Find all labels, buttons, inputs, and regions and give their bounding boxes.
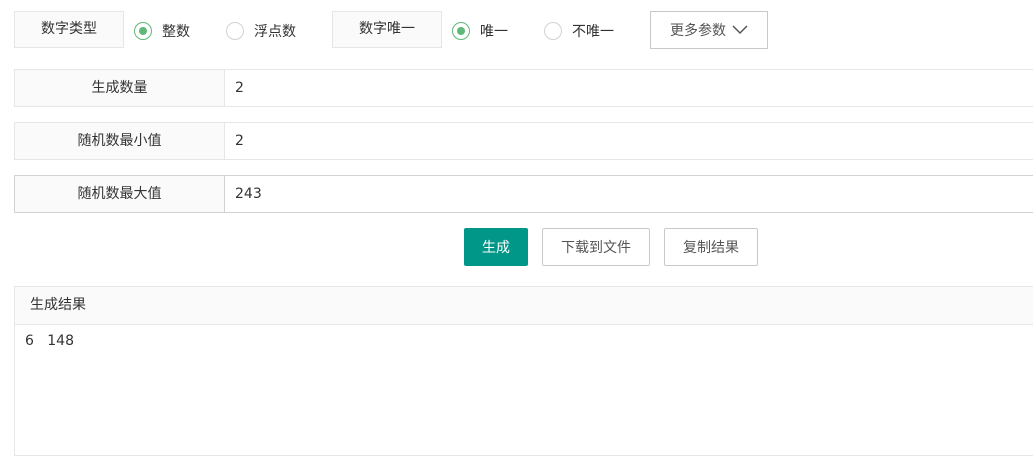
generate-button[interactable]: 生成 xyxy=(464,228,528,266)
radio-unique[interactable]: 唯一 xyxy=(452,21,508,41)
radio-integer[interactable]: 整数 xyxy=(134,21,190,41)
more-params-label: 更多参数 xyxy=(670,23,726,39)
radio-not-unique-indicator xyxy=(544,22,562,40)
copy-result-button[interactable]: 复制结果 xyxy=(664,228,758,266)
min-input[interactable] xyxy=(225,123,1033,159)
number-type-label: 数字类型 xyxy=(14,11,124,48)
unique-label: 数字唯一 xyxy=(332,11,442,48)
max-input[interactable] xyxy=(225,176,1033,212)
count-row: 生成数量 xyxy=(14,69,1033,107)
max-row: 随机数最大值 xyxy=(14,175,1033,213)
result-content[interactable]: 6 148 xyxy=(15,325,1033,357)
radio-integer-indicator xyxy=(134,22,152,40)
min-row: 随机数最小值 xyxy=(14,122,1033,160)
chevron-down-icon xyxy=(732,25,748,35)
radio-float[interactable]: 浮点数 xyxy=(226,21,296,41)
radio-not-unique[interactable]: 不唯一 xyxy=(544,21,614,41)
count-label: 生成数量 xyxy=(15,70,225,106)
min-label: 随机数最小值 xyxy=(15,123,225,159)
more-params-button[interactable]: 更多参数 xyxy=(650,11,768,49)
radio-float-label: 浮点数 xyxy=(254,24,296,40)
download-button[interactable]: 下载到文件 xyxy=(542,228,650,266)
radio-unique-label: 唯一 xyxy=(480,24,508,40)
radio-unique-indicator xyxy=(452,22,470,40)
radio-float-indicator xyxy=(226,22,244,40)
count-input[interactable] xyxy=(225,70,1033,106)
radio-integer-label: 整数 xyxy=(162,24,190,40)
result-title: 生成结果 xyxy=(15,287,1033,325)
max-label: 随机数最大值 xyxy=(15,176,225,212)
radio-not-unique-label: 不唯一 xyxy=(572,24,614,40)
result-panel: 生成结果 6 148 xyxy=(14,286,1033,456)
